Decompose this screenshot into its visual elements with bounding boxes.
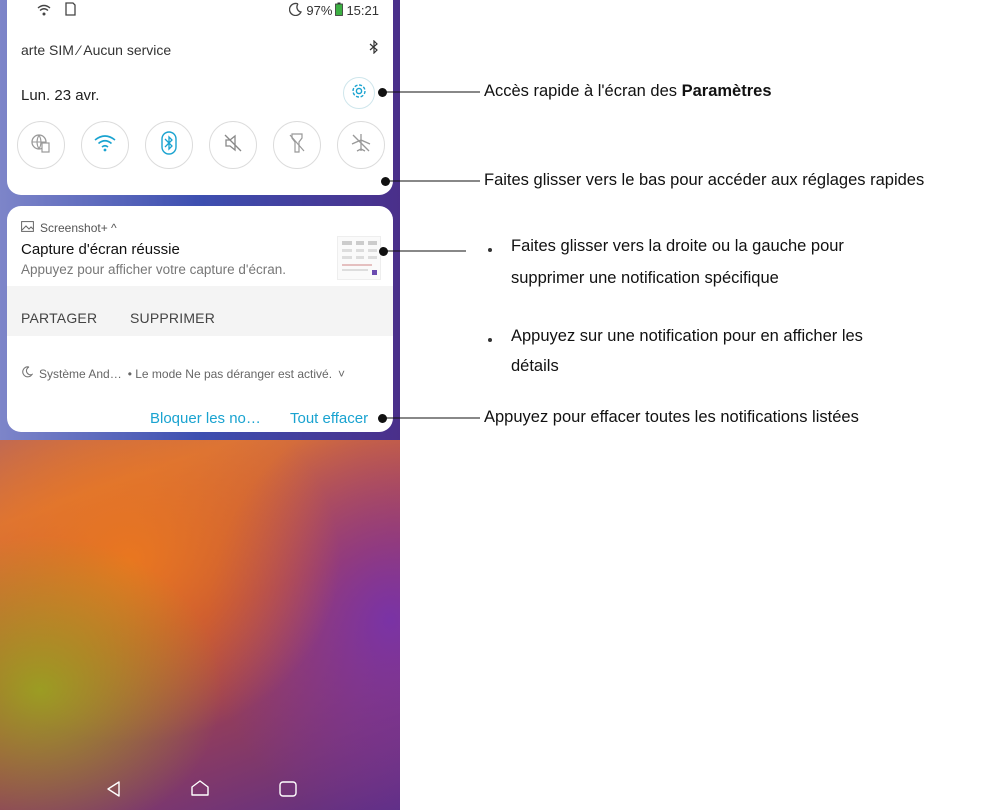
callout-swipe-side-line2: supprimer une notification spécifique (511, 269, 779, 287)
callout-swipe-side-line1: Faites glisser vers la droite ou la gauc… (511, 237, 844, 255)
callout-tap-line2: détails (511, 357, 559, 375)
callout-settings: Accès rapide à l'écran des Paramètres (484, 82, 772, 101)
callout-lines (382, 91, 480, 419)
bullet-1 (488, 248, 492, 252)
callout-clear: Appuyez pour effacer toutes les notifica… (484, 408, 859, 426)
callout-swipe-down: Faites glisser vers le bas pour accéder … (484, 171, 925, 189)
callout-settings-bold: Paramètres (681, 82, 772, 100)
bullet-2 (488, 338, 492, 342)
callout-tap-line1: Appuyez sur une notification pour en aff… (511, 327, 863, 345)
callout-settings-prefix: Accès rapide à l'écran des (484, 82, 682, 100)
